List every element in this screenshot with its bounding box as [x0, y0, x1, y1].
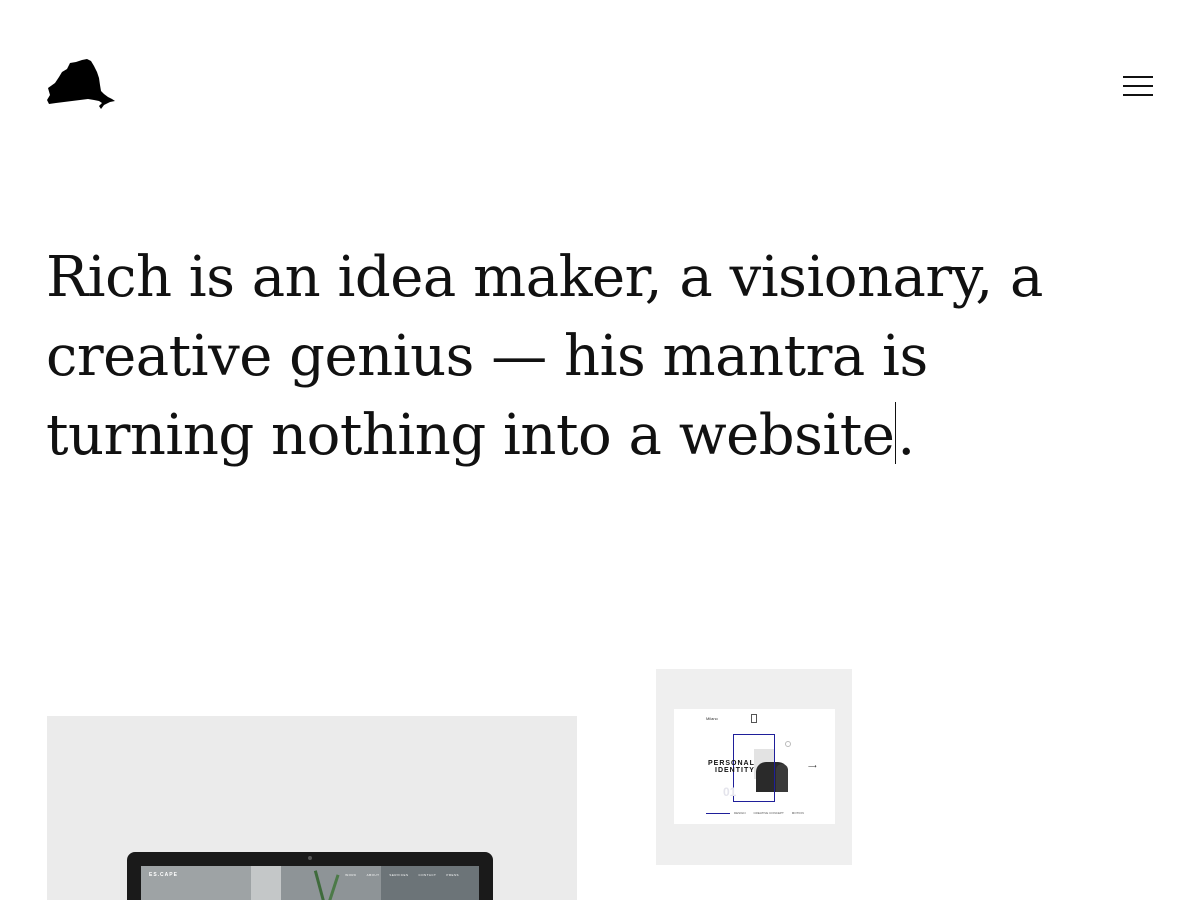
mock-document-icon	[751, 714, 757, 723]
mock-brand: Milano	[706, 716, 718, 721]
menu-line	[1123, 76, 1153, 78]
mock-progress-bar	[706, 813, 730, 814]
screen-nav-item: SERVICES	[389, 873, 409, 877]
mock-number: 01	[723, 785, 737, 799]
hero-line-1: Rich is an idea maker, a visionary, a	[46, 245, 1043, 310]
plant-leaf	[325, 874, 340, 900]
mock-link: DESIGN	[734, 811, 746, 815]
mock-link: CREATIVE CONCEPT	[753, 811, 784, 815]
hamburger-menu-icon[interactable]	[1120, 74, 1156, 100]
website-mockup: Milano PERSONAL IDENTITY 01 ⟶ DESIGN CRE…	[674, 709, 835, 824]
screen-nav: WORK ABOUT SERVICES CONTACT PRESS	[345, 873, 459, 877]
menu-line	[1123, 85, 1153, 87]
mock-title: PERSONAL IDENTITY	[708, 760, 755, 774]
screen-nav-item: WORK	[345, 873, 357, 877]
plant-leaf	[313, 870, 328, 900]
monitor-camera	[308, 856, 312, 860]
screen-brand: ES.CAPE	[149, 872, 178, 878]
monitor-screen: ES.CAPE WORK ABOUT SERVICES CONTACT PRES…	[141, 866, 479, 900]
portfolio-card-personal-identity[interactable]: Milano PERSONAL IDENTITY 01 ⟶ DESIGN CRE…	[656, 669, 852, 865]
hero-line-3-period: .	[897, 403, 915, 468]
portfolio-card-escape[interactable]: ES.CAPE WORK ABOUT SERVICES CONTACT PRES…	[47, 716, 577, 900]
mock-title-line: PERSONAL	[708, 760, 755, 767]
hero-line-3-text: turning nothing into a website	[46, 403, 895, 468]
mock-links: DESIGN CREATIVE CONCEPT MOTION	[734, 811, 804, 815]
new-york-state-icon	[47, 59, 115, 109]
hero-line-2: creative genius — his mantra is	[46, 324, 928, 389]
mock-title-line: IDENTITY	[715, 767, 755, 774]
hero-headline: Rich is an idea maker, a visionary, a cr…	[46, 238, 1043, 475]
mock-link: MOTION	[791, 811, 804, 815]
screen-nav-item: PRESS	[446, 873, 459, 877]
monitor-mockup: ES.CAPE WORK ABOUT SERVICES CONTACT PRES…	[127, 852, 493, 900]
hero-line-3: turning nothing into a website.	[46, 396, 1006, 475]
screen-nav-item: CONTACT	[418, 873, 437, 877]
screen-panel	[381, 866, 479, 900]
screen-nav-item: ABOUT	[366, 873, 380, 877]
arrow-right-icon: ⟶	[808, 764, 817, 770]
screen-panel	[251, 866, 281, 900]
mock-circle	[785, 741, 791, 747]
mock-person-figure	[776, 764, 788, 792]
menu-line	[1123, 94, 1153, 96]
logo[interactable]	[46, 58, 118, 112]
